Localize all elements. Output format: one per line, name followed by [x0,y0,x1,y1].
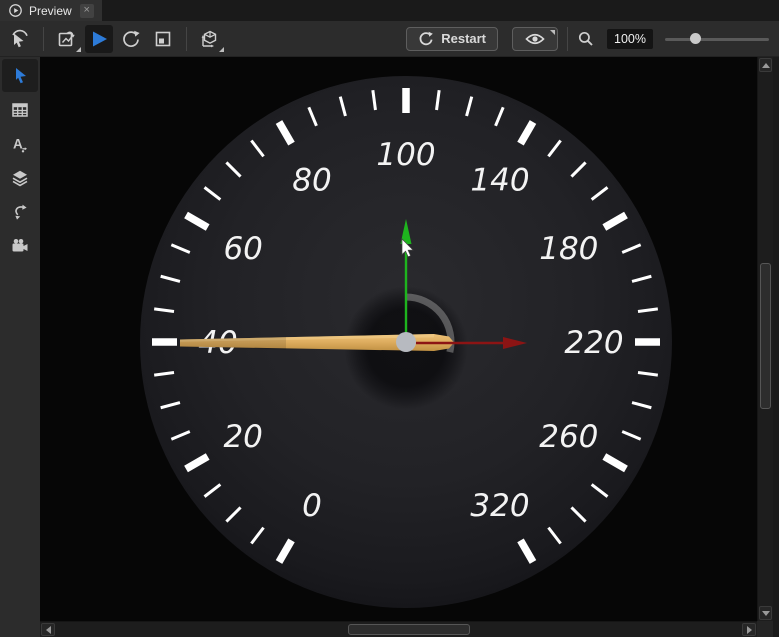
camera-icon [10,236,30,256]
zoom-slider-handle[interactable] [690,33,701,44]
cube-axes-icon [199,28,221,50]
triangle-right-icon [747,626,752,634]
refresh-icon [418,31,434,47]
gauge-label: 140 [470,162,529,198]
tab-close-icon[interactable]: × [80,4,94,18]
triangle-up-icon [762,63,770,68]
sidebar-item-connections-view[interactable] [2,195,38,228]
h-scrollbar-thumb[interactable] [348,624,470,635]
horizontal-scrollbar[interactable] [40,621,757,637]
toolbar: Restart 100% [0,21,779,57]
gauge-label: 60 [223,231,262,267]
toolbar-divider [43,27,44,51]
connection-arrow-icon [10,202,30,222]
triangle-down-icon [762,611,770,616]
sidebar-item-table-view[interactable] [2,93,38,126]
gizmo-center-handle [396,332,416,352]
dropdown-indicator-icon [219,47,224,52]
viewport-column: 020406080100140180220260320 [40,57,757,637]
right-gutter [773,57,779,637]
gauge-label: 220 [564,325,623,361]
vertical-scrollbar[interactable] [757,57,773,621]
tab-title: Preview [29,4,72,18]
scale-tool[interactable] [149,25,177,53]
main-body: A [0,57,779,637]
edit-transform-tool[interactable] [53,25,81,53]
scrollbar-column [757,57,773,637]
gauge-label: 260 [539,419,598,455]
gauge-label: 0 [302,488,322,524]
table-icon [10,100,30,120]
gauge-label: 180 [539,231,598,267]
sidebar-item-layers-view[interactable] [2,161,38,194]
layers-icon [10,168,30,188]
magnifier-icon [577,30,595,48]
dropdown-indicator-icon [76,47,81,52]
cursor-arc-icon [9,28,31,50]
gauge-label: 20 [223,419,262,455]
sidebar-item-select-tool[interactable] [2,59,38,92]
svg-text:A: A [13,136,23,151]
preview-window: Preview × [0,0,779,637]
rotate-tool[interactable] [117,25,145,53]
visibility-button[interactable] [512,27,558,51]
transform-icon [56,28,78,50]
play-triangle-icon [88,28,110,50]
toolbar-divider [567,27,568,51]
play-mode-tool[interactable] [85,25,113,53]
restart-label: Restart [441,31,486,46]
scroll-down-button[interactable] [759,606,772,620]
sidebar-item-camera-view[interactable] [2,229,38,262]
gauge-label: 100 [376,137,435,173]
play-circle-icon [8,3,23,18]
scroll-left-button[interactable] [41,623,55,636]
v-scrollbar-thumb[interactable] [760,263,771,409]
left-sidebar: A [0,57,40,637]
gauge-label: 80 [292,162,331,198]
rotate-icon [120,28,142,50]
scrollbar-corner [757,621,773,637]
scale-icon [152,28,174,50]
cursor-icon [10,66,30,86]
3d-viewport[interactable]: 020406080100140180220260320 [40,57,757,621]
dropdown-indicator-icon [550,30,555,35]
sidebar-item-text-tool[interactable]: A [2,127,38,160]
gauge-label: 320 [470,488,529,524]
scroll-up-button[interactable] [759,58,772,72]
gauge-container: 020406080100140180220260320 [40,57,757,621]
scroll-right-button[interactable] [742,623,756,636]
restart-button[interactable]: Restart [406,27,498,51]
tab-bar: Preview × [0,0,779,21]
zoom-level-value: 100% [607,29,653,49]
text-a-icon: A [10,134,30,154]
selection-history-tool[interactable] [6,25,34,53]
tab-preview[interactable]: Preview × [0,0,102,21]
eye-icon [525,32,545,46]
toolbar-divider [186,27,187,51]
zoom-slider[interactable] [665,29,769,49]
zoom-slider-track[interactable] [665,38,769,41]
perspective-camera-tool[interactable] [196,25,224,53]
triangle-left-icon [46,626,51,634]
